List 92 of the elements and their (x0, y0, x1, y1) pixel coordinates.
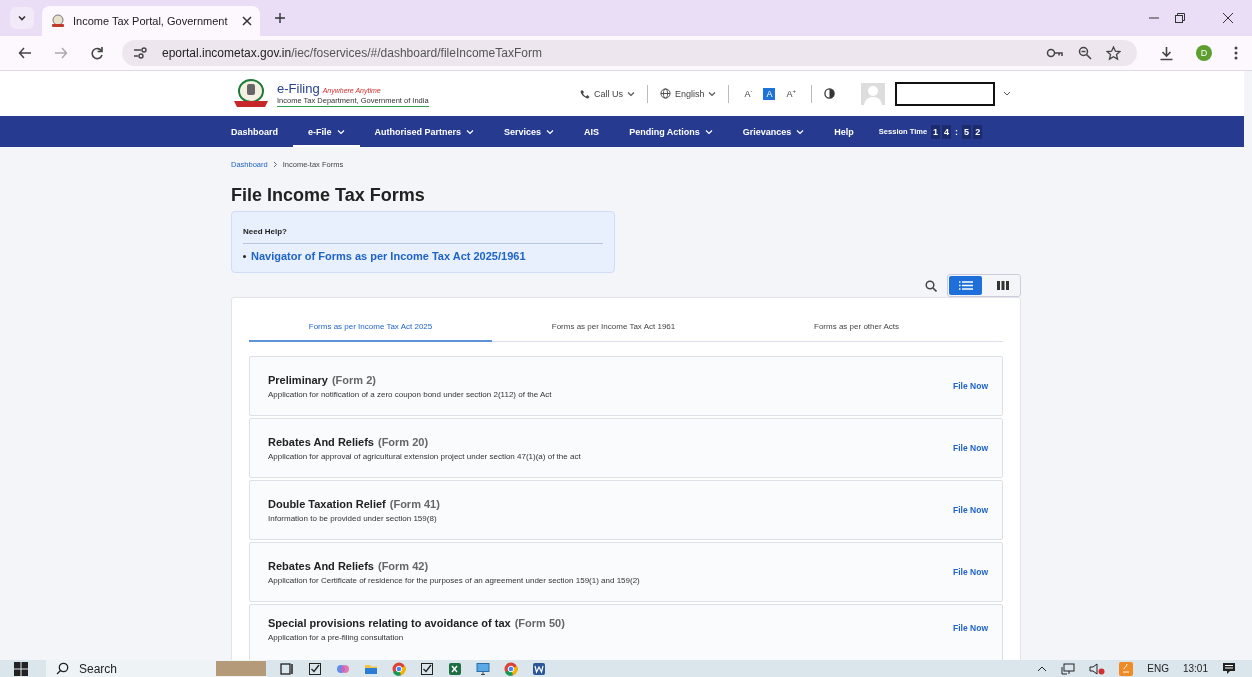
nav-item[interactable]: e-File (293, 116, 360, 147)
form-category: Preliminary (268, 373, 328, 386)
session-time-digit: 4 (942, 124, 952, 139)
help-link[interactable]: Navigator of Forms as per Income Tax Act 2025/1961 (251, 250, 526, 262)
form-number: (Form 20) (377, 435, 429, 448)
chrome-icon[interactable] (504, 661, 518, 676)
bullet-icon (243, 254, 246, 258)
file-now-link[interactable]: File Now (953, 505, 988, 515)
phone-icon (579, 88, 590, 99)
form-number: (Form 50) (514, 617, 565, 629)
form-number: (Form 41) (389, 497, 440, 510)
list-icon (958, 281, 973, 290)
restore-icon[interactable] (1174, 12, 1186, 24)
font-size-button[interactable]: A$^{+}$ (783, 87, 799, 100)
site-settings-icon[interactable] (132, 46, 148, 60)
key-icon[interactable] (1046, 47, 1064, 59)
session-time-digit: 5 (962, 124, 972, 139)
zoom-icon[interactable] (1078, 46, 1092, 60)
windows-start-icon[interactable] (14, 661, 28, 676)
tab-list-button[interactable] (10, 7, 34, 29)
file-now-link[interactable]: File Now (953, 443, 988, 453)
nav-item[interactable]: Grievances (727, 116, 820, 147)
caret-icon (708, 90, 717, 97)
file-now-link[interactable]: File Now (953, 567, 988, 577)
word-icon[interactable] (532, 661, 546, 676)
file-now-link[interactable]: File Now (953, 623, 988, 633)
search-icon[interactable] (925, 279, 937, 292)
building-picture (216, 661, 266, 676)
star-icon[interactable] (1106, 45, 1121, 61)
checklist-icon[interactable] (308, 661, 322, 676)
nav-item[interactable]: Services (489, 116, 570, 147)
excel-icon[interactable] (448, 661, 462, 676)
forms-tab[interactable]: Forms as per Income Tax Act 1961 (492, 312, 735, 342)
close-window-icon[interactable] (1222, 12, 1234, 24)
chevron-icon (272, 160, 278, 168)
nav-item[interactable]: Dashboard (231, 116, 293, 147)
search-icon (56, 662, 69, 675)
form-description: Application for Certificate of residence for the purposes of an agreement under section 159(1) and 159(2) (268, 575, 641, 585)
checklist-icon[interactable] (420, 661, 434, 676)
address-field[interactable]: eportal.incometax.gov.in/iec/foservices/#/dashboard/fileIncomeTaxForm (122, 40, 1137, 66)
font-size-button[interactable]: A (763, 87, 776, 100)
back-icon[interactable] (18, 46, 32, 60)
chrome-icon[interactable] (392, 661, 406, 676)
network-icon[interactable] (1061, 662, 1076, 675)
muted-speaker-icon[interactable] (1089, 662, 1106, 675)
form-description: Information to be provided under section 159(8) (268, 513, 438, 523)
form-description: Application for a pre-filing consultation (268, 633, 405, 642)
form-category: Rebates And Reliefs (268, 559, 374, 572)
form-number: (Form 42) (377, 559, 429, 572)
download-icon[interactable] (1159, 45, 1174, 61)
columns-icon (996, 281, 1009, 290)
emblem-logo-icon (231, 78, 271, 109)
nav-item[interactable]: Authorised Partners (359, 116, 490, 147)
task-view-icon[interactable] (280, 661, 294, 676)
reload-icon[interactable] (90, 46, 104, 60)
monitor-icon[interactable] (476, 661, 490, 676)
session-time-digit: 2 (973, 124, 983, 139)
emblem-icon (50, 14, 66, 28)
contrast-icon[interactable] (824, 88, 835, 99)
form-description: Application for approval of agricultural extension project under section 47(1)(a) of the act (268, 451, 582, 461)
brand-name: e-Filing (277, 80, 320, 96)
clock-time[interactable]: 13:01 (1182, 663, 1208, 674)
call-us-button[interactable]: Call Us (579, 88, 635, 99)
browser-tab[interactable]: Income Tax Portal, Government (42, 6, 260, 36)
page-title: File Income Tax Forms (231, 185, 426, 206)
form-description: Application for notification of a zero coupon bond under section 2(112) of the Act (268, 389, 553, 399)
form-category: Rebates And Reliefs (268, 435, 374, 448)
forms-tab[interactable]: Forms as per other Acts (735, 312, 978, 342)
file-now-link[interactable]: File Now (953, 381, 988, 391)
globe-icon (659, 88, 671, 99)
nav-item[interactable]: AIS (569, 116, 615, 147)
language-button[interactable]: English (659, 88, 717, 99)
session-time-digit: 1 (931, 124, 941, 139)
new-tab-icon[interactable] (274, 12, 286, 24)
session-time-digit: : (954, 125, 960, 139)
form-number: (Form 2) (331, 373, 376, 386)
taskbar-search-field[interactable]: Search (46, 660, 266, 677)
form-category: Double Taxation Relief (268, 497, 386, 510)
form-category: Special provisions relating to avoidance of tax (268, 617, 511, 629)
nav-item[interactable]: Help (819, 116, 869, 147)
nav-item[interactable]: Pending Actions (614, 116, 728, 147)
chevron-up-icon[interactable] (1037, 665, 1048, 672)
font-size-button[interactable]: A$^{-}$ (741, 87, 756, 100)
forms-tab[interactable]: Forms as per Income Tax Act 2025 (249, 312, 492, 342)
caret-icon (17, 13, 27, 23)
help-heading: Need Help? (243, 227, 287, 236)
menu-icon[interactable] (1234, 46, 1238, 60)
caret-icon (626, 90, 635, 97)
notification-icon[interactable] (1222, 662, 1236, 675)
close-icon[interactable] (242, 16, 252, 26)
caret-icon[interactable] (1003, 90, 1011, 97)
language-indicator[interactable]: ENG (1147, 663, 1169, 674)
